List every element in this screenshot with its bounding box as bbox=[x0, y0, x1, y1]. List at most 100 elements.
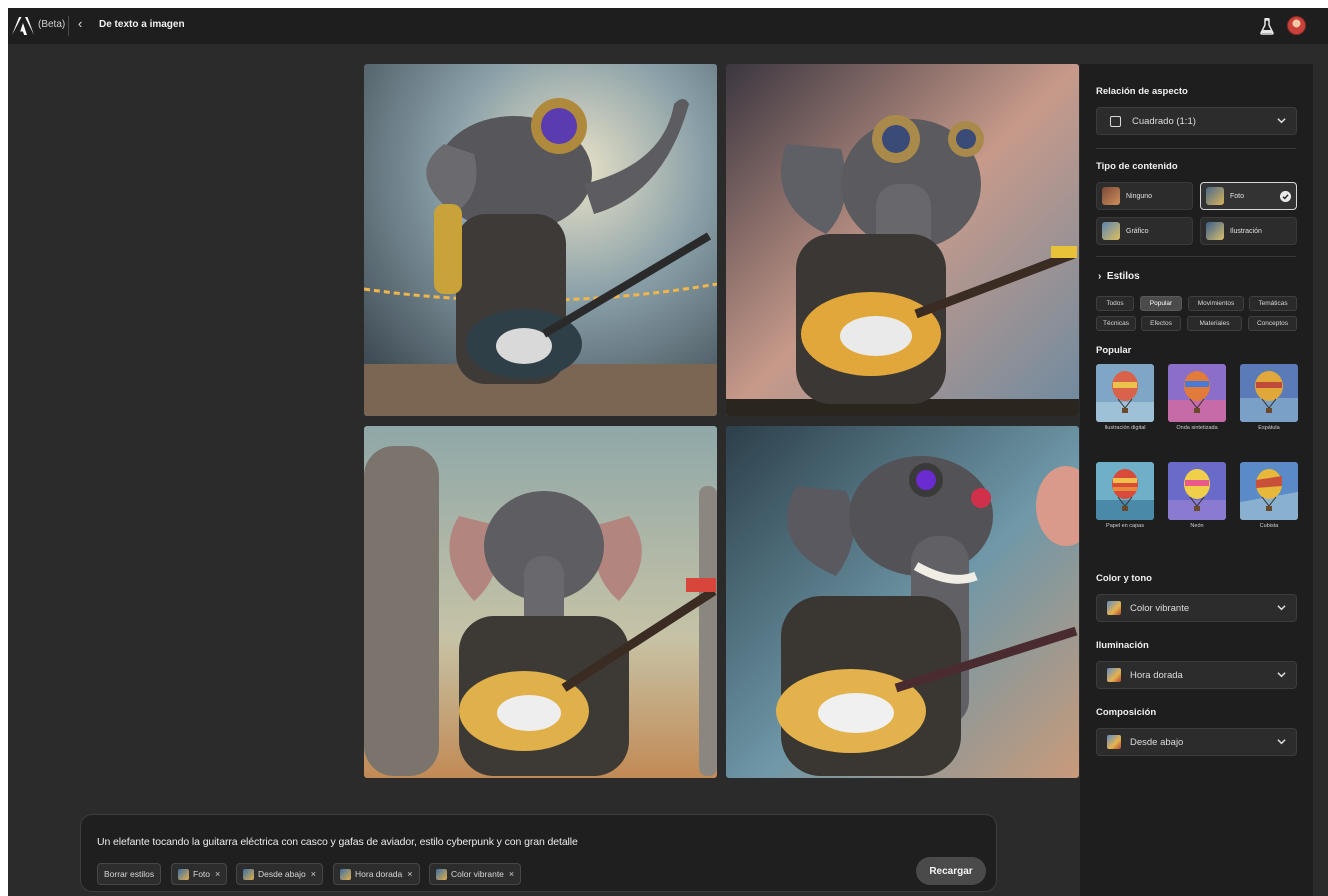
prompt-input[interactable]: Un elefante tocando la guitarra eléctric… bbox=[97, 836, 578, 848]
tab-movimientos[interactable]: Movimientos bbox=[1188, 296, 1244, 311]
generated-image-3[interactable] bbox=[364, 426, 717, 778]
popular-title: Popular bbox=[1096, 345, 1132, 356]
content-type-photo[interactable]: Foto bbox=[1200, 182, 1297, 210]
chip-label: Hora dorada bbox=[355, 869, 403, 879]
beta-label: (Beta) bbox=[38, 19, 66, 30]
chip-thumb-icon bbox=[243, 868, 254, 880]
composition-thumb-icon bbox=[1107, 735, 1121, 749]
style-label: Cubista bbox=[1259, 523, 1279, 529]
section-divider bbox=[1096, 256, 1296, 257]
composition-value: Desde abajo bbox=[1130, 736, 1184, 748]
aspect-ratio-title: Relación de aspecto bbox=[1096, 86, 1188, 97]
chevron-down-icon bbox=[1277, 605, 1286, 611]
chip-label: Color vibrante bbox=[451, 869, 504, 879]
prompt-box: Un elefante tocando la guitarra eléctric… bbox=[80, 814, 997, 892]
composition-select[interactable]: Desde abajo bbox=[1096, 728, 1297, 756]
chip-foto[interactable]: Foto × bbox=[171, 863, 228, 885]
lighting-select[interactable]: Hora dorada bbox=[1096, 661, 1297, 689]
none-thumb-icon bbox=[1102, 187, 1120, 205]
illustration-thumb-icon bbox=[1206, 222, 1224, 240]
color-tone-value: Color vibrante bbox=[1130, 602, 1190, 614]
tab-tematicas[interactable]: Temáticas bbox=[1249, 296, 1297, 311]
chevron-down-icon bbox=[1277, 739, 1286, 745]
content-type-label: Foto bbox=[1230, 192, 1245, 200]
close-icon[interactable]: × bbox=[509, 869, 514, 879]
lighting-value: Hora dorada bbox=[1130, 669, 1183, 681]
styles-toggle[interactable]: › Estilos bbox=[1098, 271, 1140, 282]
color-tone-thumb-icon bbox=[1107, 601, 1121, 615]
chip-label: Foto bbox=[193, 869, 211, 879]
content-type-illustration[interactable]: Ilustración bbox=[1200, 217, 1297, 245]
style-synthwave[interactable]: Onda sintetizada bbox=[1168, 364, 1226, 431]
generated-image-1[interactable] bbox=[364, 64, 717, 416]
flask-icon[interactable] bbox=[1260, 17, 1274, 35]
chip-color-vibrante[interactable]: Color vibrante × bbox=[429, 863, 522, 885]
close-icon[interactable]: × bbox=[407, 869, 412, 879]
header-divider bbox=[68, 16, 69, 36]
breadcrumb[interactable]: De texto a imagen bbox=[99, 19, 185, 30]
balloon-thumb-icon bbox=[1096, 364, 1154, 422]
clear-styles-label: Borrar estilos bbox=[104, 869, 155, 879]
style-digital-illustration[interactable]: Ilustración digital bbox=[1096, 364, 1154, 431]
content-type-label: Ninguno bbox=[1126, 192, 1153, 200]
tab-popular[interactable]: Popular bbox=[1140, 296, 1182, 311]
content-type-graphic[interactable]: Gráfico bbox=[1096, 217, 1193, 245]
tab-conceptos[interactable]: Conceptos bbox=[1248, 316, 1297, 331]
chip-hora-dorada[interactable]: Hora dorada × bbox=[333, 863, 420, 885]
square-icon bbox=[1110, 115, 1121, 127]
close-icon[interactable]: × bbox=[215, 869, 220, 879]
style-palette-knife[interactable]: Espátula bbox=[1240, 364, 1298, 431]
balloon-thumb-icon bbox=[1240, 462, 1298, 520]
generated-image-4[interactable] bbox=[726, 426, 1079, 778]
chip-thumb-icon bbox=[178, 868, 189, 880]
back-chevron-icon[interactable]: ‹ bbox=[78, 16, 82, 31]
style-label: Espátula bbox=[1258, 425, 1280, 431]
styles-title: Estilos bbox=[1106, 271, 1140, 282]
graphic-thumb-icon bbox=[1102, 222, 1120, 240]
section-divider bbox=[1096, 148, 1296, 149]
content-type-label: Gráfico bbox=[1126, 227, 1149, 235]
photo-thumb-icon bbox=[1206, 187, 1224, 205]
tab-efectos[interactable]: Efectos bbox=[1141, 316, 1181, 331]
balloon-thumb-icon bbox=[1168, 462, 1226, 520]
adobe-logo[interactable] bbox=[12, 17, 34, 35]
balloon-thumb-icon bbox=[1240, 364, 1298, 422]
chip-thumb-icon bbox=[436, 868, 447, 880]
style-label: Papel en capas bbox=[1106, 523, 1144, 529]
chip-desde-abajo[interactable]: Desde abajo × bbox=[236, 863, 323, 885]
style-neon[interactable]: Neón bbox=[1168, 462, 1226, 529]
tab-materiales[interactable]: Materiales bbox=[1187, 316, 1242, 331]
color-tone-title: Color y tono bbox=[1096, 573, 1152, 584]
content-type-label: Ilustración bbox=[1230, 227, 1262, 235]
clear-styles-button[interactable]: Borrar estilos bbox=[97, 863, 162, 885]
settings-panel: Relación de aspecto Cuadrado (1:1) Tipo … bbox=[1080, 64, 1313, 896]
composition-title: Composición bbox=[1096, 707, 1157, 718]
chevron-down-icon bbox=[1277, 672, 1286, 678]
tab-tecnicas[interactable]: Técnicas bbox=[1096, 316, 1136, 331]
style-layered-paper[interactable]: Papel en capas bbox=[1096, 462, 1154, 529]
balloon-thumb-icon bbox=[1096, 462, 1154, 520]
aspect-ratio-value: Cuadrado (1:1) bbox=[1132, 115, 1196, 127]
style-label: Ilustración digital bbox=[1104, 425, 1146, 431]
top-bar: (Beta) ‹ De texto a imagen bbox=[8, 8, 1328, 44]
reload-button[interactable]: Recargar bbox=[916, 857, 986, 885]
avatar[interactable] bbox=[1287, 16, 1306, 35]
tab-todos[interactable]: Todos bbox=[1096, 296, 1134, 311]
chip-label: Desde abajo bbox=[258, 869, 306, 879]
aspect-ratio-select[interactable]: Cuadrado (1:1) bbox=[1096, 107, 1297, 135]
content-type-none[interactable]: Ninguno bbox=[1096, 182, 1193, 210]
app-window: (Beta) ‹ De texto a imagen Un elefante t… bbox=[8, 8, 1328, 896]
balloon-thumb-icon bbox=[1168, 364, 1226, 422]
chevron-down-icon bbox=[1277, 118, 1286, 124]
lighting-thumb-icon bbox=[1107, 668, 1121, 682]
style-cubist[interactable]: Cubista bbox=[1240, 462, 1298, 529]
style-label: Neón bbox=[1190, 523, 1204, 529]
generated-image-2[interactable] bbox=[726, 64, 1079, 416]
color-tone-select[interactable]: Color vibrante bbox=[1096, 594, 1297, 622]
lighting-title: Iluminación bbox=[1096, 640, 1149, 651]
close-icon[interactable]: × bbox=[311, 869, 316, 879]
style-label: Onda sintetizada bbox=[1176, 425, 1218, 431]
chip-thumb-icon bbox=[340, 868, 351, 880]
content-type-title: Tipo de contenido bbox=[1096, 161, 1178, 172]
chevron-right-icon: › bbox=[1098, 271, 1102, 282]
